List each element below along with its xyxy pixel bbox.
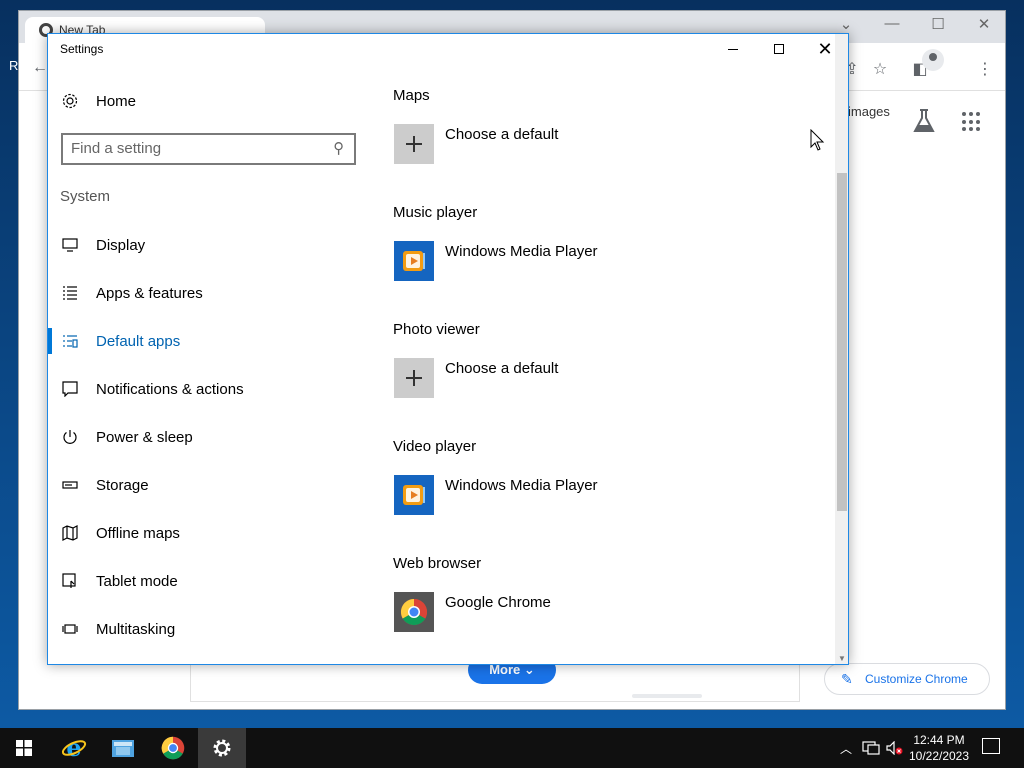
start-button[interactable]	[0, 728, 48, 768]
sidebar-item-label: Apps & features	[96, 284, 203, 302]
multitasking-icon	[60, 619, 80, 639]
active-indicator	[48, 328, 52, 354]
windows-media-player-icon	[394, 241, 434, 281]
app-name: Choose a default	[445, 360, 559, 377]
sidebar-item-multitasking[interactable]: Multitasking	[60, 609, 175, 649]
settings-window: Settings ✕ Home ⚲ System Display Apps & …	[47, 33, 849, 665]
sidebar-item-label: Storage	[96, 476, 149, 494]
chrome-close-button[interactable]: ✕	[961, 15, 1007, 33]
nav-home[interactable]: Home	[60, 81, 136, 121]
minimize-button[interactable]	[710, 34, 756, 64]
menu-kebab-icon[interactable]: ⋮	[974, 59, 996, 79]
sidebar-item-label: Default apps	[96, 332, 181, 350]
file-explorer-icon	[112, 740, 134, 757]
desktop-edge-text: R	[9, 58, 19, 73]
app-name: Google Chrome	[445, 594, 551, 611]
maximize-icon	[774, 44, 784, 54]
search-icon: ⚲	[333, 140, 344, 157]
app-name: Windows Media Player	[445, 243, 598, 260]
section-header-system: System	[60, 188, 111, 205]
chrome-maximize-button[interactable]: ☐	[915, 15, 961, 33]
volume-muted-icon[interactable]	[886, 728, 904, 768]
internet-explorer-icon: e	[61, 735, 87, 761]
profile-avatar[interactable]	[922, 49, 944, 71]
category-web-browser: Web browser	[393, 555, 482, 572]
action-center-icon[interactable]	[982, 738, 1000, 754]
tablet-icon	[60, 571, 80, 591]
app-name: Choose a default	[445, 126, 559, 143]
storage-icon	[60, 475, 80, 495]
taskbar-clock[interactable]: 12:44 PM 10/22/2023	[904, 732, 974, 764]
sidebar-item-label: Offline maps	[96, 524, 180, 542]
plus-icon	[394, 358, 434, 398]
category-video-player: Video player	[393, 438, 477, 455]
maximize-button[interactable]	[756, 34, 802, 64]
map-icon	[60, 523, 80, 543]
images-link[interactable]: images	[848, 104, 890, 119]
tray-overflow-chevron-icon[interactable]: ︿	[840, 728, 852, 768]
gear-icon	[60, 91, 80, 111]
taskbar: e ︿ 12:44 PM 10/22/2023	[0, 728, 1024, 768]
default-app-browser[interactable]: Google Chrome	[394, 592, 551, 632]
sidebar-item-apps-features[interactable]: Apps & features	[60, 273, 203, 313]
scrollbar-thumb[interactable]	[837, 173, 847, 511]
default-app-music[interactable]: Windows Media Player	[394, 241, 598, 281]
network-icon[interactable]	[862, 728, 880, 768]
default-app-photo[interactable]: Choose a default	[394, 358, 558, 398]
sidebar-item-label: Display	[96, 236, 146, 254]
sidebar-item-storage[interactable]: Storage	[60, 465, 149, 505]
category-music-player: Music player	[393, 204, 478, 221]
google-apps-icon[interactable]	[962, 112, 982, 132]
sidebar-item-default-apps[interactable]: Default apps	[60, 321, 180, 361]
message-icon	[60, 379, 80, 399]
default-app-video[interactable]: Windows Media Player	[394, 475, 598, 515]
svg-text:e: e	[66, 735, 81, 761]
windows-media-player-icon	[394, 475, 434, 515]
sidebar-item-display[interactable]: Display	[60, 225, 145, 265]
monitor-icon	[60, 235, 80, 255]
plus-icon	[394, 124, 434, 164]
taskbar-internet-explorer[interactable]: e	[50, 728, 98, 768]
app-name: Windows Media Player	[445, 477, 598, 494]
default-apps-icon	[60, 331, 80, 351]
clock-date: 10/22/2023	[908, 749, 970, 763]
bookmark-star-icon[interactable]: ☆	[869, 59, 891, 79]
window-title: Settings	[60, 42, 104, 56]
search-input[interactable]	[71, 140, 321, 157]
pencil-icon: ✎	[841, 671, 853, 687]
default-app-maps[interactable]: Choose a default	[394, 124, 558, 164]
category-maps: Maps	[393, 87, 430, 104]
nav-home-label: Home	[96, 92, 137, 110]
chrome-icon	[161, 736, 185, 760]
customize-chrome-button[interactable]: ✎ Customize Chrome	[824, 663, 990, 695]
sidebar-item-label: Power & sleep	[96, 428, 193, 446]
chrome-minimize-button[interactable]: —	[869, 15, 915, 32]
search-box[interactable]: ⚲	[61, 133, 356, 165]
chrome-icon	[394, 592, 434, 632]
windows-logo-icon	[16, 740, 32, 756]
chrome-tab-search-icon[interactable]: ⌄	[823, 15, 869, 33]
customize-chrome-label: Customize Chrome	[865, 672, 968, 686]
taskbar-file-explorer[interactable]	[99, 728, 147, 768]
minimize-icon	[728, 48, 738, 50]
settings-gear-icon	[213, 739, 231, 757]
sidebar-item-tablet-mode[interactable]: Tablet mode	[60, 561, 178, 601]
sidebar-item-power-sleep[interactable]: Power & sleep	[60, 417, 193, 457]
power-icon	[60, 427, 80, 447]
sidebar-item-label: Tablet mode	[96, 572, 178, 590]
panel-handle	[632, 694, 702, 698]
clock-time: 12:44 PM	[913, 733, 965, 747]
sidebar-item-notifications[interactable]: Notifications & actions	[60, 369, 244, 409]
labs-flask-icon[interactable]	[912, 108, 936, 134]
apps-list-icon	[60, 283, 80, 303]
sidebar-item-label: Multitasking	[96, 620, 176, 638]
close-icon: ✕	[817, 39, 833, 59]
sidebar-item-offline-maps[interactable]: Offline maps	[60, 513, 180, 553]
taskbar-settings[interactable]	[198, 728, 246, 768]
taskbar-chrome[interactable]	[149, 728, 197, 768]
scroll-down-arrow-icon[interactable]: ▼	[838, 654, 846, 663]
sidebar-item-label: Notifications & actions	[96, 380, 244, 398]
category-photo-viewer: Photo viewer	[393, 321, 480, 338]
mouse-cursor-icon	[810, 129, 825, 151]
